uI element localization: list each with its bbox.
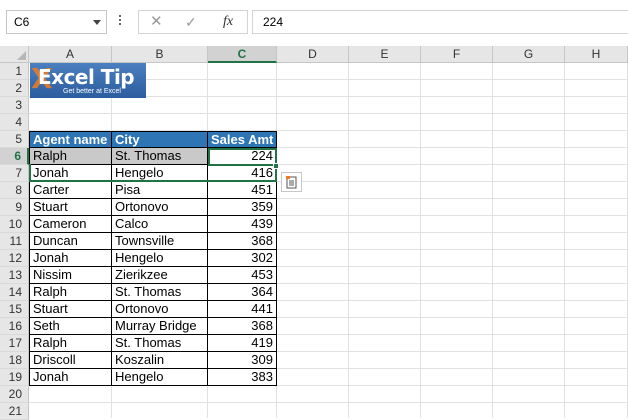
table-cell[interactable]: Nissim	[29, 267, 112, 284]
name-box[interactable]: C6	[6, 10, 107, 34]
table-cell[interactable]: Townsville	[112, 233, 208, 250]
table-cell[interactable]: 453	[208, 267, 277, 284]
table-cell[interactable]: Stuart	[29, 199, 112, 216]
table-cell[interactable]: Murray Bridge	[112, 318, 208, 335]
name-box-value: C6	[14, 15, 30, 29]
table-cell[interactable]: 309	[208, 352, 277, 369]
row-header-4[interactable]: 4	[0, 114, 29, 131]
logo-word: Excel Tip	[38, 65, 135, 89]
table-cell[interactable]: Stuart	[29, 301, 112, 318]
row-header-13[interactable]: 13	[0, 267, 29, 284]
table-cell[interactable]: Zierikzee	[112, 267, 208, 284]
table-cell[interactable]: Ortonovo	[112, 199, 208, 216]
formula-bar: C6 ✕ ✓ fx 224	[0, 0, 628, 46]
column-header-b[interactable]: B	[112, 46, 208, 63]
table-cell[interactable]: Cameron	[29, 216, 112, 233]
row-header-19[interactable]: 19	[0, 369, 29, 386]
table-cell[interactable]: Ralph	[29, 148, 112, 165]
chevron-down-icon[interactable]	[93, 20, 101, 25]
table-cell[interactable]: 224	[208, 148, 277, 165]
table-cell[interactable]: St. Thomas	[112, 335, 208, 352]
table-cell[interactable]: St. Thomas	[112, 284, 208, 301]
logo-tagline: Get better at Excel	[63, 88, 121, 95]
table-cell[interactable]: Koszalin	[112, 352, 208, 369]
column-gridline	[348, 63, 349, 418]
row-header-17[interactable]: 17	[0, 335, 29, 352]
column-header-c[interactable]: C	[208, 46, 277, 63]
table-cell[interactable]: 364	[208, 284, 277, 301]
column-gridline	[420, 63, 421, 418]
column-header-e[interactable]: E	[349, 46, 421, 63]
table-cell[interactable]: Jonah	[29, 369, 112, 386]
row-header-8[interactable]: 8	[0, 182, 29, 199]
table-header-cell[interactable]: Sales Amt	[208, 131, 277, 148]
table-cell[interactable]: Hengelo	[112, 369, 208, 386]
table-cell[interactable]: Carter	[29, 182, 112, 199]
table-cell[interactable]: Hengelo	[112, 250, 208, 267]
table-cell[interactable]: Ralph	[29, 284, 112, 301]
row-header-10[interactable]: 10	[0, 216, 29, 233]
table-header-cell[interactable]: Agent name	[29, 131, 112, 148]
quick-analysis-icon[interactable]	[281, 172, 302, 192]
row-header-15[interactable]: 15	[0, 301, 29, 318]
table-cell[interactable]: Calco	[112, 216, 208, 233]
row-header-9[interactable]: 9	[0, 199, 29, 216]
row-header-5[interactable]: 5	[0, 131, 29, 148]
table-cell[interactable]: 383	[208, 369, 277, 386]
row-header-14[interactable]: 14	[0, 284, 29, 301]
row-header-6[interactable]: 6	[0, 148, 29, 165]
row-header-2[interactable]: 2	[0, 80, 29, 97]
table-cell[interactable]: 441	[208, 301, 277, 318]
table-cell[interactable]: Seth	[29, 318, 112, 335]
table-cell[interactable]: St. Thomas	[112, 148, 208, 165]
table-cell[interactable]: Jonah	[29, 250, 112, 267]
row-header-7[interactable]: 7	[0, 165, 29, 182]
select-all-corner[interactable]	[0, 46, 29, 63]
table-cell[interactable]: 419	[208, 335, 277, 352]
column-header-f[interactable]: F	[421, 46, 493, 63]
table-cell[interactable]: 368	[208, 318, 277, 335]
table-header-cell[interactable]: City	[112, 131, 208, 148]
cancel-icon[interactable]: ✕	[150, 12, 163, 32]
column-header-a[interactable]: A	[29, 46, 112, 63]
row-header-20[interactable]: 20	[0, 386, 29, 403]
column-gridline	[564, 63, 565, 418]
insert-function-icon[interactable]: fx	[223, 12, 233, 32]
row-header-18[interactable]: 18	[0, 352, 29, 369]
column-header-h[interactable]: H	[565, 46, 628, 63]
table-cell[interactable]: Ralph	[29, 335, 112, 352]
table-cell[interactable]: Ortonovo	[112, 301, 208, 318]
row-header-1[interactable]: 1	[0, 63, 29, 80]
row-header-12[interactable]: 12	[0, 250, 29, 267]
table-cell[interactable]: Duncan	[29, 233, 112, 250]
column-gridline	[492, 63, 493, 418]
copy-range-outline	[29, 164, 277, 182]
table-cell[interactable]: Pisa	[112, 182, 208, 199]
column-header-g[interactable]: G	[493, 46, 565, 63]
row-header-21[interactable]: 21	[0, 403, 29, 420]
table-cell[interactable]: 451	[208, 182, 277, 199]
fill-handle[interactable]	[273, 163, 279, 169]
column-header-d[interactable]: D	[277, 46, 349, 63]
table-cell[interactable]: 439	[208, 216, 277, 233]
enter-icon[interactable]: ✓	[185, 12, 197, 32]
formula-input[interactable]: 224	[252, 10, 628, 34]
row-header-11[interactable]: 11	[0, 233, 29, 250]
excel-tip-logo: X Excel Tip Get better at Excel	[30, 63, 146, 98]
row-header-16[interactable]: 16	[0, 318, 29, 335]
table-cell[interactable]: 359	[208, 199, 277, 216]
row-header-3[interactable]: 3	[0, 97, 29, 114]
table-cell[interactable]: 368	[208, 233, 277, 250]
formula-controls: ✕ ✓ fx	[138, 10, 248, 34]
table-cell[interactable]: Driscoll	[29, 352, 112, 369]
more-options-icon[interactable]	[118, 13, 122, 29]
table-cell[interactable]: 302	[208, 250, 277, 267]
